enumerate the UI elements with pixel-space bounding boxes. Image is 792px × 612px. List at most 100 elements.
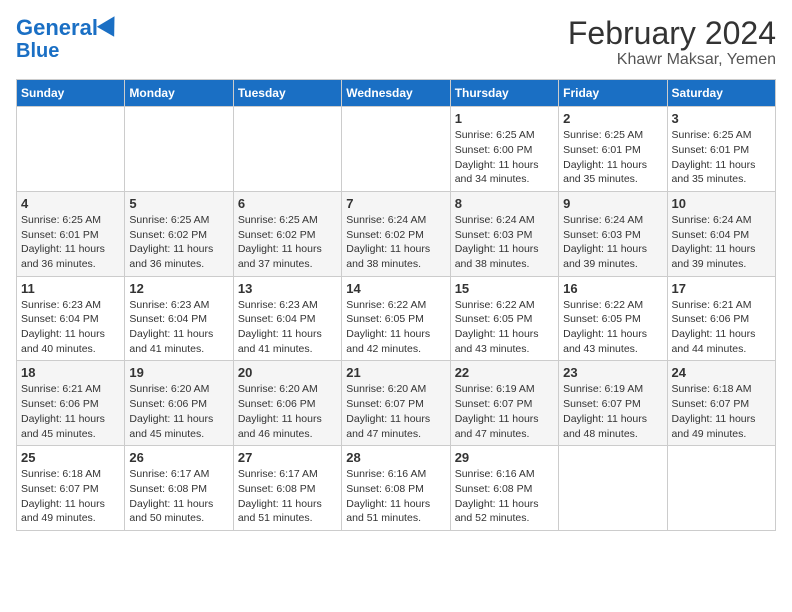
day-info: Sunrise: 6:16 AM Sunset: 6:08 PM Dayligh…	[455, 467, 554, 526]
day-info: Sunrise: 6:22 AM Sunset: 6:05 PM Dayligh…	[455, 298, 554, 357]
calendar-week-row: 18Sunrise: 6:21 AM Sunset: 6:06 PM Dayli…	[17, 361, 776, 446]
calendar-cell: 3 Sunrise: 6:25 AM Sunset: 6:01 PM Daylig…	[667, 107, 775, 192]
calendar-cell: 24Sunrise: 6:18 AM Sunset: 6:07 PM Dayli…	[667, 361, 775, 446]
day-info: Sunrise: 6:25 AM Sunset: 6:01 PM Dayligh…	[563, 128, 662, 187]
calendar-cell	[667, 446, 775, 531]
day-number: 28	[346, 450, 445, 465]
calendar-cell: 23 Sunrise: 6:19 AM Sunset: 6:07 PM Dayli…	[559, 361, 667, 446]
day-number: 14	[346, 281, 445, 296]
calendar-cell: 17 Sunrise: 6:21 AM Sunset: 6:06 PM Dayli…	[667, 276, 775, 361]
title-block: February 2024 Khawr Maksar, Yemen	[568, 16, 776, 69]
day-info: Sunrise: 6:18 AM Sunset: 6:07 PM Dayligh…	[672, 382, 771, 441]
day-info: Sunrise: 6:18 AM Sunset: 6:07 PM Dayligh…	[21, 467, 120, 526]
day-info: Sunrise: 6:25 AM Sunset: 6:02 PM Dayligh…	[238, 213, 337, 272]
day-info: Sunrise: 6:25 AM Sunset: 6:02 PM Dayligh…	[129, 213, 228, 272]
calendar-week-row: 4 Sunrise: 6:25 AM Sunset: 6:01 PM Daylig…	[17, 191, 776, 276]
day-number: 4	[21, 196, 120, 211]
day-info: Sunrise: 6:19 AM Sunset: 6:07 PM Dayligh…	[563, 382, 662, 441]
page-header: General Blue February 2024 Khawr Maksar,…	[16, 16, 776, 69]
day-info: Sunrise: 6:23 AM Sunset: 6:04 PM Dayligh…	[238, 298, 337, 357]
header-tuesday: Tuesday	[233, 80, 341, 107]
calendar-week-row: 11 Sunrise: 6:23 AM Sunset: 6:04 PM Dayli…	[17, 276, 776, 361]
day-info: Sunrise: 6:20 AM Sunset: 6:07 PM Dayligh…	[346, 382, 445, 441]
calendar-cell: 22Sunrise: 6:19 AM Sunset: 6:07 PM Dayli…	[450, 361, 558, 446]
calendar-cell: 4 Sunrise: 6:25 AM Sunset: 6:01 PM Daylig…	[17, 191, 125, 276]
day-number: 8	[455, 196, 554, 211]
header-friday: Friday	[559, 80, 667, 107]
day-info: Sunrise: 6:23 AM Sunset: 6:04 PM Dayligh…	[21, 298, 120, 357]
calendar-title: February 2024	[568, 16, 776, 51]
day-info: Sunrise: 6:20 AM Sunset: 6:06 PM Dayligh…	[238, 382, 337, 441]
day-info: Sunrise: 6:20 AM Sunset: 6:06 PM Dayligh…	[129, 382, 228, 441]
calendar-cell	[17, 107, 125, 192]
calendar-cell: 2 Sunrise: 6:25 AM Sunset: 6:01 PM Daylig…	[559, 107, 667, 192]
day-number: 22	[455, 365, 554, 380]
calendar-cell: 13 Sunrise: 6:23 AM Sunset: 6:04 PM Dayli…	[233, 276, 341, 361]
day-info: Sunrise: 6:24 AM Sunset: 6:04 PM Dayligh…	[672, 213, 771, 272]
calendar-cell	[559, 446, 667, 531]
day-info: Sunrise: 6:22 AM Sunset: 6:05 PM Dayligh…	[346, 298, 445, 357]
day-number: 27	[238, 450, 337, 465]
calendar-cell: 1 Sunrise: 6:25 AM Sunset: 6:00 PM Daylig…	[450, 107, 558, 192]
day-info: Sunrise: 6:24 AM Sunset: 6:02 PM Dayligh…	[346, 213, 445, 272]
day-number: 18	[21, 365, 120, 380]
day-number: 13	[238, 281, 337, 296]
calendar-cell: 5 Sunrise: 6:25 AM Sunset: 6:02 PM Daylig…	[125, 191, 233, 276]
day-number: 3	[672, 111, 771, 126]
calendar-cell: 9 Sunrise: 6:24 AM Sunset: 6:03 PM Daylig…	[559, 191, 667, 276]
day-number: 1	[455, 111, 554, 126]
calendar-cell: 8 Sunrise: 6:24 AM Sunset: 6:03 PM Daylig…	[450, 191, 558, 276]
calendar-cell: 16 Sunrise: 6:22 AM Sunset: 6:05 PM Dayli…	[559, 276, 667, 361]
day-number: 16	[563, 281, 662, 296]
day-number: 9	[563, 196, 662, 211]
calendar-week-row: 1 Sunrise: 6:25 AM Sunset: 6:00 PM Daylig…	[17, 107, 776, 192]
day-number: 17	[672, 281, 771, 296]
calendar-cell: 20 Sunrise: 6:20 AM Sunset: 6:06 PM Dayli…	[233, 361, 341, 446]
header-saturday: Saturday	[667, 80, 775, 107]
day-number: 21	[346, 365, 445, 380]
day-number: 26	[129, 450, 228, 465]
day-info: Sunrise: 6:17 AM Sunset: 6:08 PM Dayligh…	[129, 467, 228, 526]
calendar-cell: 27 Sunrise: 6:17 AM Sunset: 6:08 PM Dayli…	[233, 446, 341, 531]
day-number: 29	[455, 450, 554, 465]
day-info: Sunrise: 6:24 AM Sunset: 6:03 PM Dayligh…	[563, 213, 662, 272]
logo: General Blue	[16, 16, 120, 62]
day-info: Sunrise: 6:25 AM Sunset: 6:01 PM Dayligh…	[21, 213, 120, 272]
day-number: 11	[21, 281, 120, 296]
day-info: Sunrise: 6:24 AM Sunset: 6:03 PM Dayligh…	[455, 213, 554, 272]
day-number: 10	[672, 196, 771, 211]
day-number: 19	[129, 365, 228, 380]
day-number: 2	[563, 111, 662, 126]
day-info: Sunrise: 6:25 AM Sunset: 6:01 PM Dayligh…	[672, 128, 771, 187]
calendar-cell	[233, 107, 341, 192]
calendar-cell: 15 Sunrise: 6:22 AM Sunset: 6:05 PM Dayli…	[450, 276, 558, 361]
header-sunday: Sunday	[17, 80, 125, 107]
calendar-cell: 19 Sunrise: 6:20 AM Sunset: 6:06 PM Dayli…	[125, 361, 233, 446]
day-number: 23	[563, 365, 662, 380]
calendar-cell: 29 Sunrise: 6:16 AM Sunset: 6:08 PM Dayli…	[450, 446, 558, 531]
calendar-cell: 18Sunrise: 6:21 AM Sunset: 6:06 PM Dayli…	[17, 361, 125, 446]
day-info: Sunrise: 6:23 AM Sunset: 6:04 PM Dayligh…	[129, 298, 228, 357]
day-info: Sunrise: 6:22 AM Sunset: 6:05 PM Dayligh…	[563, 298, 662, 357]
calendar-subtitle: Khawr Maksar, Yemen	[568, 51, 776, 69]
header-monday: Monday	[125, 80, 233, 107]
calendar-table: SundayMondayTuesdayWednesdayThursdayFrid…	[16, 79, 776, 531]
calendar-cell: 6 Sunrise: 6:25 AM Sunset: 6:02 PM Daylig…	[233, 191, 341, 276]
header-thursday: Thursday	[450, 80, 558, 107]
calendar-cell: 26 Sunrise: 6:17 AM Sunset: 6:08 PM Dayli…	[125, 446, 233, 531]
day-number: 7	[346, 196, 445, 211]
calendar-cell: 10 Sunrise: 6:24 AM Sunset: 6:04 PM Dayli…	[667, 191, 775, 276]
day-number: 6	[238, 196, 337, 211]
calendar-cell: 7 Sunrise: 6:24 AM Sunset: 6:02 PM Daylig…	[342, 191, 450, 276]
day-number: 20	[238, 365, 337, 380]
calendar-cell: 11 Sunrise: 6:23 AM Sunset: 6:04 PM Dayli…	[17, 276, 125, 361]
calendar-week-row: 25Sunrise: 6:18 AM Sunset: 6:07 PM Dayli…	[17, 446, 776, 531]
day-info: Sunrise: 6:25 AM Sunset: 6:00 PM Dayligh…	[455, 128, 554, 187]
logo-blue-text: Blue	[16, 40, 59, 62]
day-info: Sunrise: 6:21 AM Sunset: 6:06 PM Dayligh…	[672, 298, 771, 357]
day-info: Sunrise: 6:17 AM Sunset: 6:08 PM Dayligh…	[238, 467, 337, 526]
day-number: 5	[129, 196, 228, 211]
calendar-cell: 14 Sunrise: 6:22 AM Sunset: 6:05 PM Dayli…	[342, 276, 450, 361]
day-number: 15	[455, 281, 554, 296]
day-number: 12	[129, 281, 228, 296]
